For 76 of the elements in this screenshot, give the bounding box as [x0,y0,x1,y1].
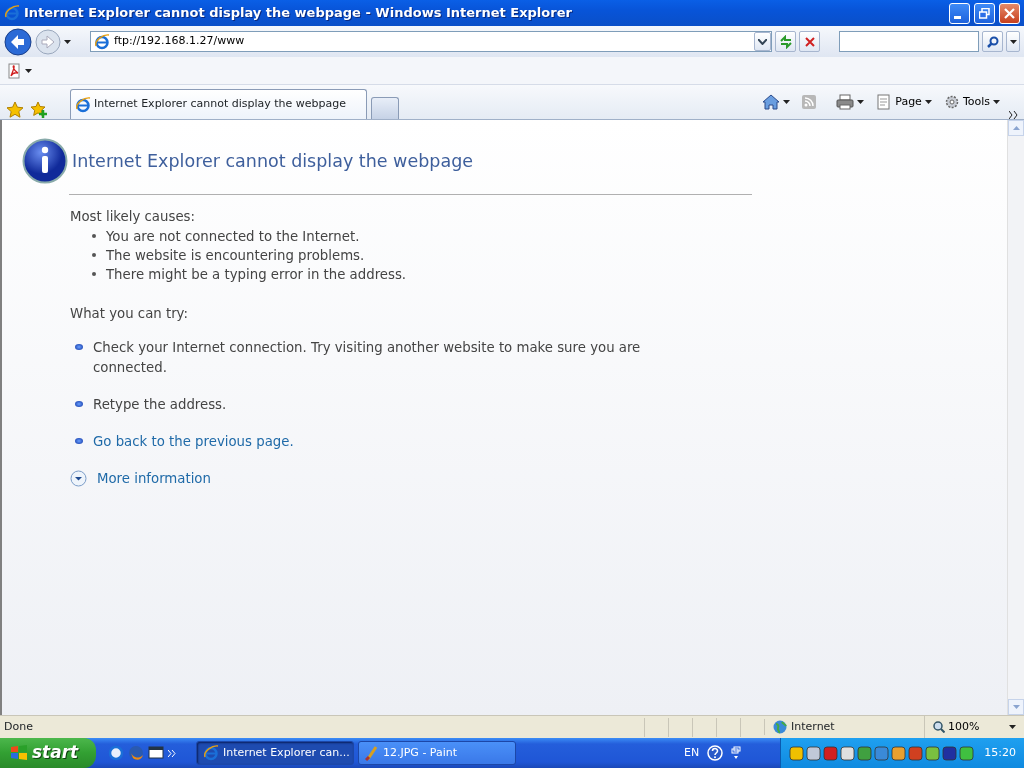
security-zone-text: Internet [791,718,835,735]
browser-tab[interactable]: Internet Explorer cannot display the webpage [70,89,367,119]
clock-text: 15:20 [984,744,1016,761]
tray-app-icon[interactable] [942,745,958,761]
stop-button[interactable] [799,31,820,52]
tray-app-icon[interactable] [840,745,856,761]
language-indicator[interactable]: EN [684,744,700,762]
suggestion-text: Retype the address. [93,395,227,414]
dropdown-caret-icon [993,100,1000,104]
taskbar-button[interactable]: Internet Explorer can... [196,741,354,765]
home-icon[interactable] [762,94,781,110]
dropdown-caret-icon [758,38,767,45]
bullet-icon [92,234,96,239]
up-arrow-icon [1012,126,1020,130]
cause-text: You are not connected to the Internet. [106,227,360,246]
stop-icon [804,36,815,47]
search-field[interactable] [839,31,979,52]
star-icon[interactable] [6,101,24,119]
address-dropdown-button[interactable] [754,32,771,51]
dropdown-caret-icon [1009,725,1016,729]
windows-logo-icon [10,744,28,762]
dropdown-caret-icon[interactable] [25,68,32,73]
section-label: Most likely causes: [70,208,196,226]
taskbar-button[interactable]: 12.JPG - Paint [358,741,516,765]
cause-text: The website is encountering problems. [106,246,365,265]
cause-text: There might be a typing error in the address. [106,265,407,284]
star-plus-icon[interactable] [30,101,48,119]
dropdown-caret-icon[interactable] [64,39,71,44]
restore-button[interactable] [974,2,995,24]
suggestion-text: Check your Internet connection. Try visiting another website to make sure you are connected. [93,338,642,377]
search-icon [986,35,999,48]
down-arrow-icon [1012,705,1020,709]
desktop-icon[interactable] [148,745,164,761]
page-heading: Internet Explorer cannot display the webpage [72,149,473,173]
expand-icon[interactable] [70,470,87,488]
dropdown-caret-icon [1009,39,1017,44]
tray-app-icon[interactable] [908,745,924,761]
minimize-button[interactable] [949,2,970,24]
dropdown-caret-icon[interactable] [783,100,791,104]
refresh-icon [778,34,793,49]
zoom-icon [933,721,945,733]
tray-app-icon[interactable] [925,745,941,761]
toolbar-menu-button[interactable]: Tools [940,90,1003,114]
bullet-icon [92,253,96,258]
tray-app-icon[interactable] [891,745,907,761]
dropdown-caret-icon [924,100,932,104]
bullet-icon [92,272,96,277]
settings-icon[interactable] [943,94,960,110]
refresh-button[interactable] [775,31,796,52]
window-title: Internet Explorer cannot display the webpage - Windows Internet Explorer [24,4,573,23]
close-icon [1004,7,1015,19]
bullet-icon [75,400,83,407]
dropdown-caret-icon[interactable] [857,100,865,104]
minimize-icon [954,15,961,19]
back-link[interactable]: Go back to the previous page. [93,431,294,452]
tray-app-icon[interactable] [959,745,975,761]
bullet-icon [75,343,83,350]
tray-app-icon[interactable] [857,745,873,761]
chevron-icon[interactable] [1009,111,1018,119]
address-bar[interactable]: ftp://192.168.1.27/www [90,31,772,52]
toolbar-menu-button[interactable]: Page [873,90,935,114]
pdf-document-icon[interactable] [6,62,22,79]
search-button[interactable] [982,31,1003,52]
page-icon [75,96,91,113]
status-text: Done [3,718,34,735]
paint-brush-icon [365,745,379,761]
bullet-icon [75,437,83,444]
back-button-icon[interactable] [4,27,32,56]
page-icon [94,33,110,50]
printer-icon[interactable] [836,94,855,110]
close-button[interactable] [999,2,1020,24]
info-icon [22,138,68,184]
section-label: What you can try: [70,304,189,323]
search-options-button[interactable] [1006,31,1020,52]
help-icon[interactable] [707,745,724,761]
more-information-link[interactable]: More information [97,468,211,489]
